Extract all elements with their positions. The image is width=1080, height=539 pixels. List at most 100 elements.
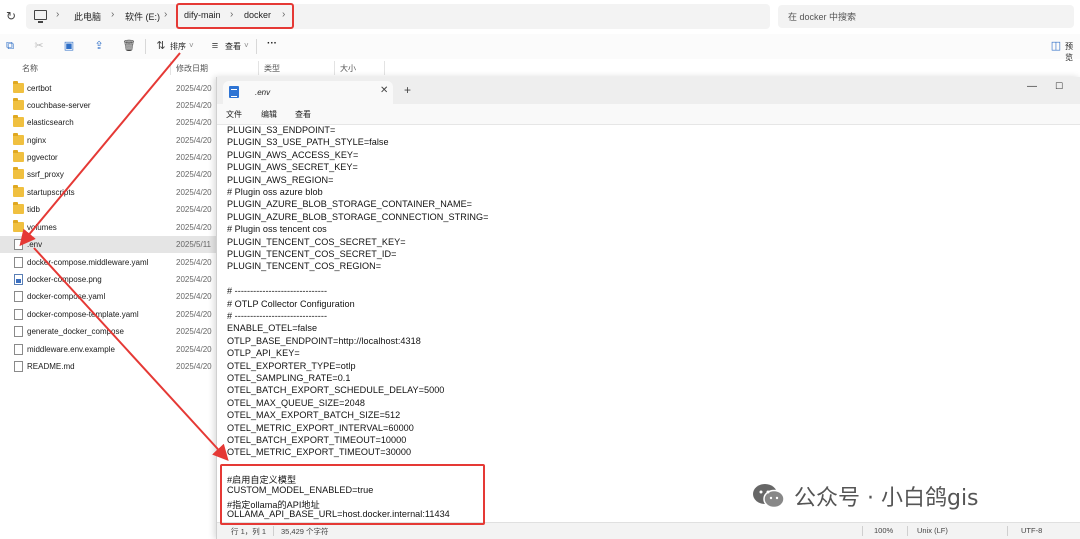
column-divider[interactable] — [170, 61, 171, 75]
code-line: OTEL_SAMPLING_RATE=0.1 — [227, 373, 351, 383]
breadcrumb-drive-e[interactable]: 软件 (E:) — [125, 10, 160, 23]
code-line: PLUGIN_TENCENT_COS_SECRET_KEY= — [227, 236, 406, 247]
list-item[interactable]: startupscripts 2025/4/20 — [0, 184, 216, 201]
toolbar-divider — [145, 39, 146, 54]
code-line: PLUGIN_S3_USE_PATH_STYLE=false — [227, 137, 389, 148]
list-item[interactable]: docker-compose.yaml 2025/4/20 — [0, 288, 216, 305]
list-item[interactable]: certbot 2025/4/20 — [0, 80, 216, 97]
file-name: certbot — [27, 84, 52, 93]
list-item[interactable]: tidb 2025/4/20 — [0, 201, 216, 218]
file-name: pgvector — [27, 153, 58, 162]
cut-icon[interactable]: ✂ — [33, 40, 45, 52]
sort-button[interactable]: 排序 — [170, 41, 186, 52]
column-header-date[interactable]: 修改日期 — [176, 63, 208, 74]
file-name: README.md — [27, 362, 75, 371]
code-line: PLUGIN_S3_ENDPOINT= — [227, 125, 336, 135]
share-icon[interactable]: ⇪ — [93, 40, 105, 52]
code-line: OTLP_API_KEY= — [227, 348, 300, 359]
chevron-down-icon: ˅ — [189, 41, 194, 50]
highlight-box-config — [220, 464, 485, 525]
file-name: volumes — [27, 223, 57, 232]
code-line: # ------------------------------ — [227, 286, 328, 297]
menu-edit[interactable]: 编辑 — [261, 109, 277, 120]
file-name: nginx — [27, 136, 47, 145]
close-icon[interactable]: ✕ — [380, 85, 388, 96]
list-item[interactable]: README.md 2025/4/20 — [0, 358, 216, 375]
chevron-right-icon: › — [164, 9, 168, 20]
more-options-button[interactable]: ··· — [267, 38, 277, 49]
file-date: 2025/4/20 — [176, 170, 212, 179]
folder-icon — [13, 115, 24, 127]
file-date: 2025/4/20 — [176, 258, 212, 267]
chevron-down-icon: ˅ — [244, 41, 249, 50]
file-date: 2025/4/20 — [176, 275, 212, 284]
code-line: OTEL_EXPORTER_TYPE=otlp — [227, 360, 356, 371]
file-name: middleware.env.example — [27, 345, 115, 354]
file-date: 2025/4/20 — [176, 205, 212, 214]
delete-icon[interactable]: 🗑 — [122, 40, 136, 52]
code-line: OTEL_BATCH_EXPORT_TIMEOUT=10000 — [227, 435, 407, 445]
column-divider[interactable] — [334, 61, 335, 75]
text-editor[interactable]: PLUGIN_S3_ENDPOINT= PLUGIN_S3_USE_PATH_S… — [217, 124, 1080, 522]
code-line: OTEL_BATCH_EXPORT_SCHEDULE_DELAY=5000 — [227, 385, 445, 396]
code-line: # ------------------------------ — [227, 311, 328, 321]
column-divider[interactable] — [258, 61, 259, 75]
file-icon — [14, 239, 23, 250]
maximize-icon[interactable]: ☐ — [1055, 81, 1063, 92]
file-date: 2025/4/20 — [176, 136, 212, 145]
search-input[interactable]: 在 docker 中搜索 — [778, 5, 1074, 28]
file-date: 2025/4/20 — [176, 118, 212, 127]
column-header-name[interactable]: 名称 — [22, 63, 38, 74]
preview-button[interactable]: 预览 — [1065, 41, 1080, 63]
file-name: docker-compose.yaml — [27, 292, 106, 301]
code-line: ENABLE_OTEL=false — [227, 323, 318, 334]
list-item[interactable]: docker-compose.middleware.yaml 2025/4/20 — [0, 254, 216, 271]
list-item[interactable]: docker-compose-template.yaml 2025/4/20 — [0, 306, 216, 323]
list-item-selected[interactable]: .env 2025/5/11 — [0, 236, 216, 253]
file-icon — [14, 361, 23, 372]
wechat-logo-icon — [753, 484, 785, 509]
computer-icon — [34, 10, 47, 23]
notepad-icon — [229, 86, 239, 98]
minimize-icon[interactable]: — — [1027, 81, 1037, 92]
line-ending: Unix (LF) — [917, 526, 948, 535]
list-item[interactable]: middleware.env.example 2025/4/20 — [0, 341, 216, 358]
list-item[interactable]: couchbase-server 2025/4/20 — [0, 97, 216, 114]
file-name: .env — [27, 240, 43, 249]
file-date: 2025/4/20 — [176, 84, 212, 93]
file-name: startupscripts — [27, 188, 75, 197]
file-name: generate_docker_compose — [27, 327, 124, 336]
file-icon — [14, 344, 23, 355]
list-item[interactable]: pgvector 2025/4/20 — [0, 149, 216, 166]
column-header-type[interactable]: 类型 — [264, 63, 280, 74]
list-item[interactable]: ssrf_proxy 2025/4/20 — [0, 166, 216, 183]
breadcrumb-this-pc[interactable]: 此电脑 — [74, 10, 101, 23]
list-item[interactable]: elasticsearch 2025/4/20 — [0, 114, 216, 131]
view-button[interactable]: 查看 — [225, 41, 241, 52]
code-line: OTEL_MAX_QUEUE_SIZE=2048 — [227, 397, 365, 408]
list-item[interactable]: nginx 2025/4/20 — [0, 132, 216, 149]
folder-icon — [13, 167, 24, 179]
menu-view[interactable]: 查看 — [295, 109, 311, 120]
code-line: OTEL_MAX_EXPORT_BATCH_SIZE=512 — [227, 410, 401, 421]
new-tab-icon[interactable]: + — [404, 83, 411, 97]
status-divider — [1007, 526, 1008, 536]
menu-file[interactable]: 文件 — [226, 109, 242, 120]
copy-icon[interactable]: ▣ — [63, 40, 75, 52]
file-date: 2025/4/20 — [176, 188, 212, 197]
refresh-icon[interactable]: ↻ — [4, 9, 18, 23]
file-name: tidb — [27, 205, 40, 214]
address-bar[interactable]: › 此电脑 › 软件 (E:) › dify-main › docker › — [26, 4, 770, 29]
list-item[interactable]: volumes 2025/4/20 — [0, 219, 216, 236]
file-name: docker-compose-template.yaml — [27, 310, 139, 319]
file-icon — [14, 309, 23, 320]
column-header-size[interactable]: 大小 — [340, 63, 356, 74]
list-item[interactable]: generate_docker_compose 2025/4/20 — [0, 323, 216, 340]
column-divider[interactable] — [384, 61, 385, 75]
tab-env[interactable]: .env ✕ — [223, 81, 393, 104]
new-item-icon[interactable]: ⧉ — [4, 40, 16, 52]
file-date: 2025/4/20 — [176, 292, 212, 301]
folder-icon — [13, 98, 24, 110]
list-item[interactable]: docker-compose.png 2025/4/20 — [0, 271, 216, 288]
status-divider — [273, 526, 274, 536]
